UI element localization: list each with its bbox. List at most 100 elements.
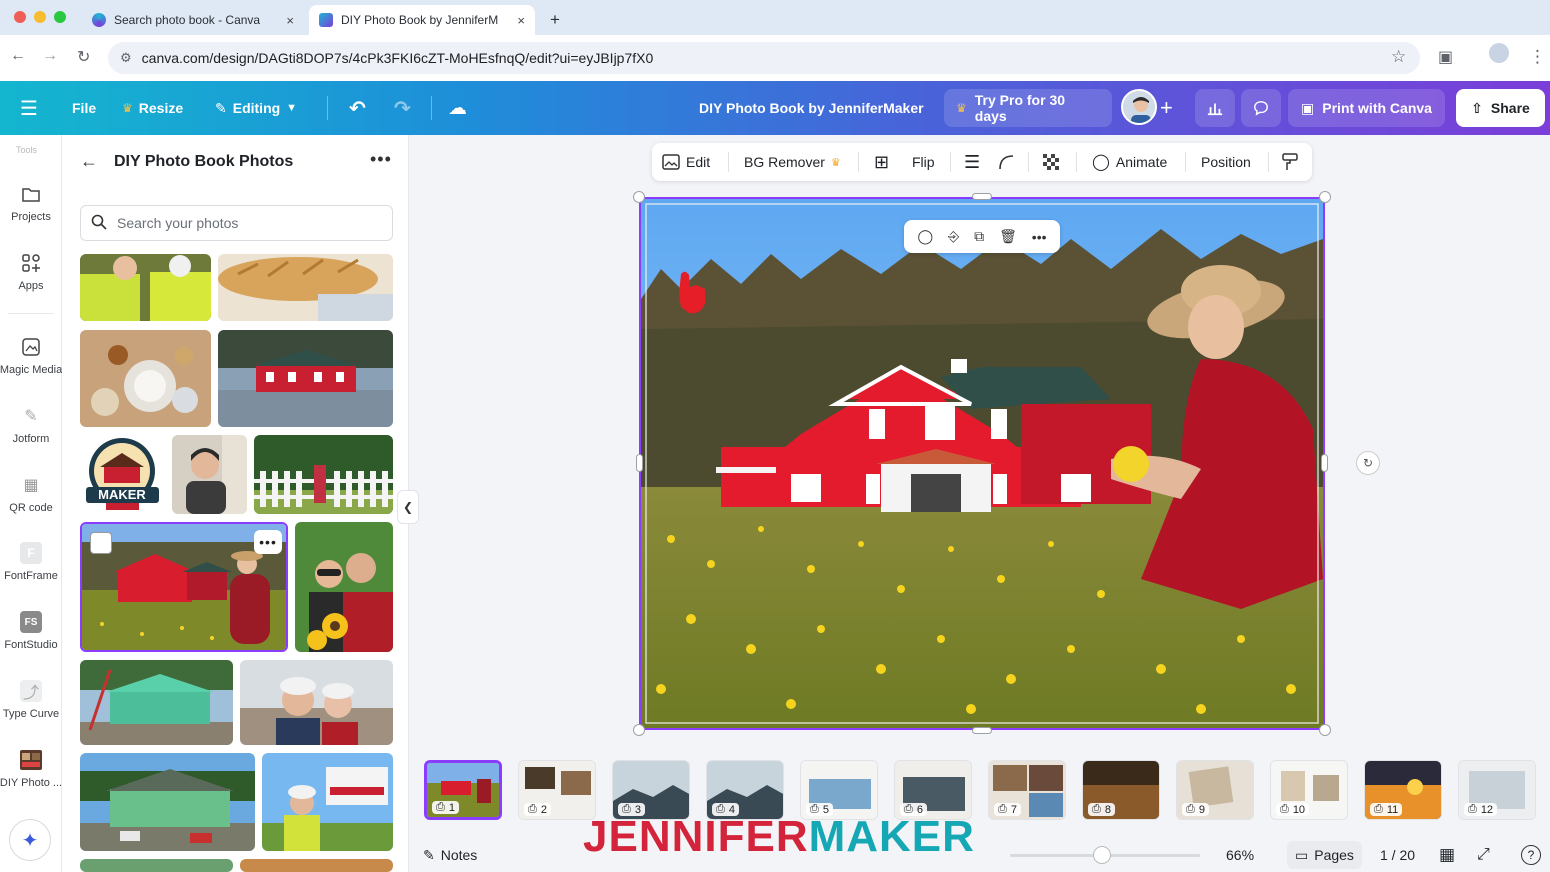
photo-thumbnail[interactable]: [80, 859, 233, 872]
photo-thumbnail[interactable]: MAKER: [80, 435, 165, 514]
photo-search-input[interactable]: Search your photos: [80, 205, 393, 241]
site-settings-icon[interactable]: ⚙: [120, 50, 132, 66]
page-thumbnail-4[interactable]: ⎙ 4: [706, 760, 784, 820]
url-field[interactable]: ⚙ canva.com/design/DAGti8DOP7s/4cPk3FKI6…: [108, 42, 1420, 74]
photo-more-options-icon[interactable]: •••: [254, 530, 282, 554]
border-style-icon[interactable]: ☰: [964, 143, 980, 181]
resize-handle-top-right[interactable]: [1319, 191, 1331, 203]
photo-thumbnail[interactable]: [80, 254, 211, 321]
undo-icon[interactable]: ↶: [349, 81, 366, 135]
photo-thumbnail[interactable]: [80, 330, 211, 427]
reload-icon[interactable]: ↻: [77, 47, 90, 67]
transparency-icon[interactable]: [1042, 143, 1060, 181]
redo-icon[interactable]: ↷: [394, 81, 411, 135]
rail-item-qr-code[interactable]: ▦ QR code: [0, 474, 62, 514]
tab-close-icon[interactable]: ×: [286, 13, 294, 28]
back-arrow-icon[interactable]: ←: [10, 47, 26, 65]
browser-menu-icon[interactable]: ⋮: [1529, 47, 1546, 67]
page-thumbnail-12[interactable]: ⎙ 12: [1458, 760, 1536, 820]
resize-handle-right[interactable]: [1321, 454, 1328, 472]
tab-diy-photo-book[interactable]: DIY Photo Book by JenniferM ×: [309, 5, 535, 35]
tab-search-photo-book[interactable]: Search photo book - Canva ×: [82, 5, 304, 35]
cast-icon[interactable]: ▣: [1438, 47, 1453, 67]
page-thumbnail-3[interactable]: ⎙ 3: [612, 760, 690, 820]
comment-icon[interactable]: [1241, 89, 1281, 127]
canva-ai-sparkle-icon[interactable]: ✦: [9, 819, 51, 861]
print-with-canva-button[interactable]: ▣ Print with Canva: [1288, 89, 1445, 127]
crop-icon[interactable]: ⊞: [874, 143, 889, 181]
tab-close-icon[interactable]: ×: [517, 13, 525, 28]
user-avatar[interactable]: [1121, 89, 1157, 125]
page-thumbnail-2[interactable]: ⎙ 2: [518, 760, 596, 820]
photo-thumbnail[interactable]: [262, 753, 393, 851]
document-title[interactable]: DIY Photo Book by JenniferMaker: [699, 81, 924, 135]
rail-item-magic-media[interactable]: Magic Media: [0, 336, 62, 376]
page-thumbnail-8[interactable]: ⎙ 8: [1082, 760, 1160, 820]
corner-rounding-icon[interactable]: [998, 143, 1014, 181]
photo-thumbnail[interactable]: [172, 435, 247, 514]
copy-style-icon[interactable]: [1282, 143, 1298, 181]
cloud-save-icon[interactable]: ☁: [448, 81, 467, 135]
rail-item-diy-photo[interactable]: DIY Photo ...: [0, 749, 62, 789]
resize-handle-bottom-right[interactable]: [1319, 724, 1331, 736]
photo-thumbnail[interactable]: [240, 660, 393, 745]
forward-arrow-icon[interactable]: →: [42, 47, 58, 65]
page-thumbnail-11[interactable]: ⎙ 11: [1364, 760, 1442, 820]
help-button[interactable]: ?: [1521, 838, 1541, 872]
design-page-canvas[interactable]: [639, 197, 1325, 730]
animate-button[interactable]: ◯ Animate: [1092, 143, 1167, 181]
rail-item-type-curve[interactable]: ⤴ Type Curve: [0, 680, 62, 720]
select-checkbox[interactable]: [90, 532, 112, 554]
zoom-level[interactable]: 66%: [1226, 838, 1254, 872]
maximize-window-button[interactable]: [54, 11, 66, 23]
bookmark-star-icon[interactable]: ☆: [1391, 47, 1406, 67]
photo-thumbnail-selected[interactable]: •••: [80, 522, 288, 652]
resize-handle-top-left[interactable]: [633, 191, 645, 203]
menu-icon[interactable]: ☰: [20, 81, 38, 135]
photo-thumbnail[interactable]: [80, 660, 233, 745]
file-menu-button[interactable]: File: [72, 81, 96, 135]
grid-view-icon[interactable]: ▦: [1439, 838, 1455, 872]
comment-add-icon[interactable]: ◯: [917, 228, 933, 245]
share-button[interactable]: ⇧ Share: [1456, 89, 1545, 127]
rotate-icon[interactable]: ↻: [1356, 451, 1380, 475]
page-thumbnail-9[interactable]: ⎙ 9: [1176, 760, 1254, 820]
rail-item-fontstudio[interactable]: FS FontStudio: [0, 611, 62, 651]
rail-item-apps[interactable]: Apps: [0, 252, 62, 292]
pages-view-button[interactable]: ▭ Pages: [1287, 841, 1362, 869]
profile-avatar[interactable]: [1489, 43, 1509, 63]
page-thumbnail-5[interactable]: ⎙ 5: [800, 760, 878, 820]
duplicate-icon[interactable]: ⧉: [974, 228, 984, 245]
minimize-window-button[interactable]: [34, 11, 46, 23]
notes-button[interactable]: ✎ Notes: [423, 838, 477, 872]
insights-chart-icon[interactable]: [1195, 89, 1235, 127]
trash-icon[interactable]: 🗑: [999, 228, 1017, 245]
photo-thumbnail[interactable]: [80, 753, 255, 851]
photo-thumbnail[interactable]: [240, 859, 393, 872]
add-collaborator-icon[interactable]: +: [1160, 81, 1173, 135]
resize-handle-left[interactable]: [636, 454, 643, 472]
resize-handle-bottom[interactable]: [972, 727, 992, 734]
fullscreen-icon[interactable]: ⤢: [1477, 838, 1490, 872]
back-arrow-icon[interactable]: ←: [80, 151, 98, 172]
collapse-panel-button[interactable]: ❮: [397, 490, 419, 524]
page-thumbnail-7[interactable]: ⎙ 7: [988, 760, 1066, 820]
editing-mode-button[interactable]: ✎ Editing ▼: [215, 81, 297, 135]
page-thumbnail-1[interactable]: ⎙ 1: [424, 760, 502, 820]
more-options-icon[interactable]: •••: [370, 149, 392, 170]
bg-remover-button[interactable]: BG Remover ♛: [744, 143, 841, 181]
page-thumbnail-10[interactable]: ⎙ 10: [1270, 760, 1348, 820]
flip-button[interactable]: Flip: [912, 143, 935, 181]
zoom-slider-handle[interactable]: [1093, 846, 1111, 864]
position-button[interactable]: Position: [1201, 143, 1251, 181]
resize-button[interactable]: ♛ Resize: [122, 81, 183, 135]
more-options-icon[interactable]: •••: [1032, 229, 1047, 245]
rail-item-fontframe[interactable]: F FontFrame: [0, 542, 62, 582]
resize-handle-bottom-left[interactable]: [633, 724, 645, 736]
resize-handle-top[interactable]: [972, 193, 992, 200]
rail-item-projects[interactable]: Projects: [0, 183, 62, 223]
try-pro-button[interactable]: ♛ Try Pro for 30 days: [944, 89, 1112, 127]
rail-item-jotform[interactable]: ✎ Jotform: [0, 405, 62, 445]
photo-thumbnail[interactable]: [218, 254, 393, 321]
photo-thumbnail[interactable]: [254, 435, 393, 514]
